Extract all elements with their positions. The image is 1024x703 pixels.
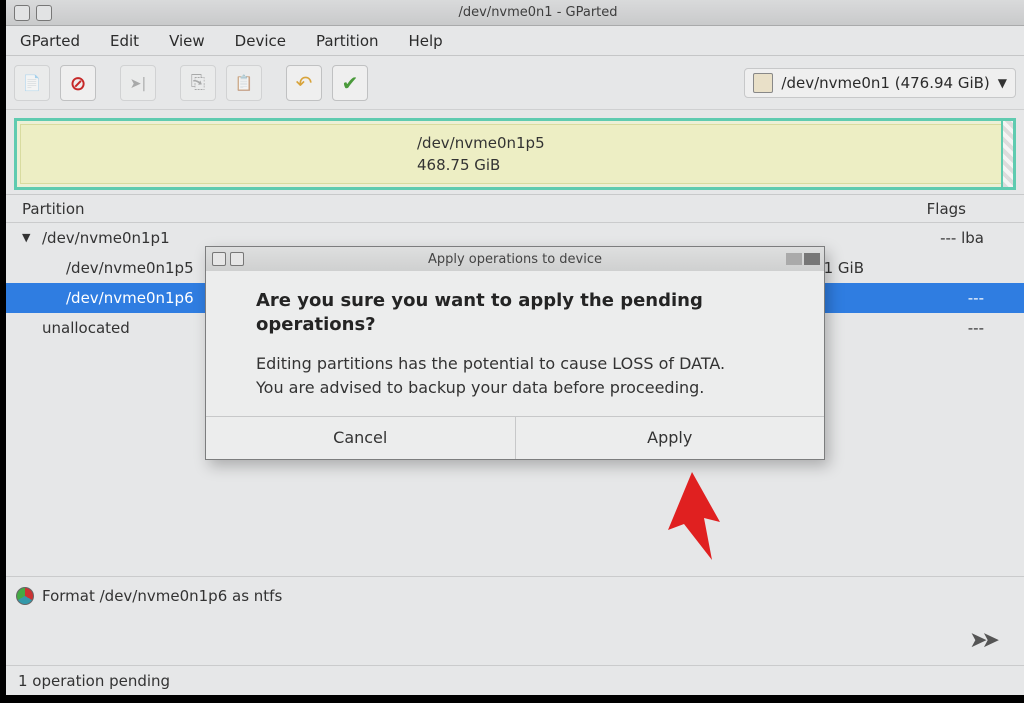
- partition-graphic-unallocated[interactable]: [1001, 121, 1013, 187]
- new-icon: [23, 72, 42, 93]
- resize-move-button[interactable]: [120, 65, 156, 101]
- window-title: /dev/nvme0n1 - GParted: [52, 5, 1024, 20]
- dialog-heading: Are you sure you want to apply the pendi…: [256, 289, 796, 338]
- cursor-icon: ➤➤: [969, 628, 994, 653]
- statusbar-text: 1 operation pending: [18, 672, 170, 690]
- menu-view[interactable]: View: [163, 28, 211, 54]
- pending-operation-text: Format /dev/nvme0n1p6 as ntfs: [42, 587, 282, 605]
- delete-partition-button[interactable]: ⊘: [60, 65, 96, 101]
- statusbar: 1 operation pending: [6, 665, 1024, 695]
- menu-partition[interactable]: Partition: [310, 28, 385, 54]
- menu-gparted[interactable]: GParted: [14, 28, 86, 54]
- app-icon: [212, 252, 226, 266]
- undo-button[interactable]: ↶: [286, 65, 322, 101]
- chevron-down-icon: ▼: [998, 76, 1007, 90]
- dialog-window-controls[interactable]: [786, 253, 824, 265]
- dialog-message: Editing partitions has the potential to …: [256, 352, 796, 400]
- apply-button[interactable]: ✔: [332, 65, 368, 101]
- copy-button[interactable]: [180, 65, 216, 101]
- menu-device[interactable]: Device: [229, 28, 292, 54]
- resize-icon: [130, 72, 146, 93]
- undo-icon: ↶: [296, 71, 313, 95]
- paste-icon: [235, 72, 254, 93]
- app-icon: [14, 5, 30, 21]
- toolbar: ⊘ ↶ ✔ /dev/nvme0n1 (476.94 GiB) ▼: [6, 56, 1024, 110]
- pending-operations-panel: Format /dev/nvme0n1p6 as ntfs: [6, 576, 1024, 665]
- disk-icon: [753, 73, 773, 93]
- format-icon: [16, 587, 34, 605]
- copy-icon: [191, 72, 205, 93]
- partition-table-header: Partition Flags: [6, 195, 1024, 223]
- cancel-button[interactable]: Cancel: [206, 417, 515, 459]
- confirm-dialog: Apply operations to device Are you sure …: [205, 246, 825, 460]
- delete-icon: ⊘: [70, 71, 87, 95]
- partition-graphic[interactable]: /dev/nvme0n1p5 468.75 GiB: [14, 118, 1016, 190]
- device-selector-label: /dev/nvme0n1 (476.94 GiB): [781, 74, 989, 92]
- dialog-titlebar[interactable]: Apply operations to device: [206, 247, 824, 271]
- menubar: GParted Edit View Device Partition Help: [6, 26, 1024, 56]
- app-icon-2: [36, 5, 52, 21]
- menu-help[interactable]: Help: [403, 28, 449, 54]
- device-selector[interactable]: /dev/nvme0n1 (476.94 GiB) ▼: [744, 68, 1016, 98]
- column-flags[interactable]: Flags: [927, 200, 966, 218]
- window-titlebar: /dev/nvme0n1 - GParted: [6, 0, 1024, 26]
- column-partition[interactable]: Partition: [22, 200, 85, 218]
- dialog-title: Apply operations to device: [244, 252, 786, 267]
- paste-button[interactable]: [226, 65, 262, 101]
- app-icon-2: [230, 252, 244, 266]
- apply-icon: ✔: [342, 71, 359, 95]
- menu-edit[interactable]: Edit: [104, 28, 145, 54]
- new-partition-button[interactable]: [14, 65, 50, 101]
- apply-confirm-button[interactable]: Apply: [515, 417, 825, 459]
- partition-graphic-label: /dev/nvme0n1p5 468.75 GiB: [17, 132, 545, 177]
